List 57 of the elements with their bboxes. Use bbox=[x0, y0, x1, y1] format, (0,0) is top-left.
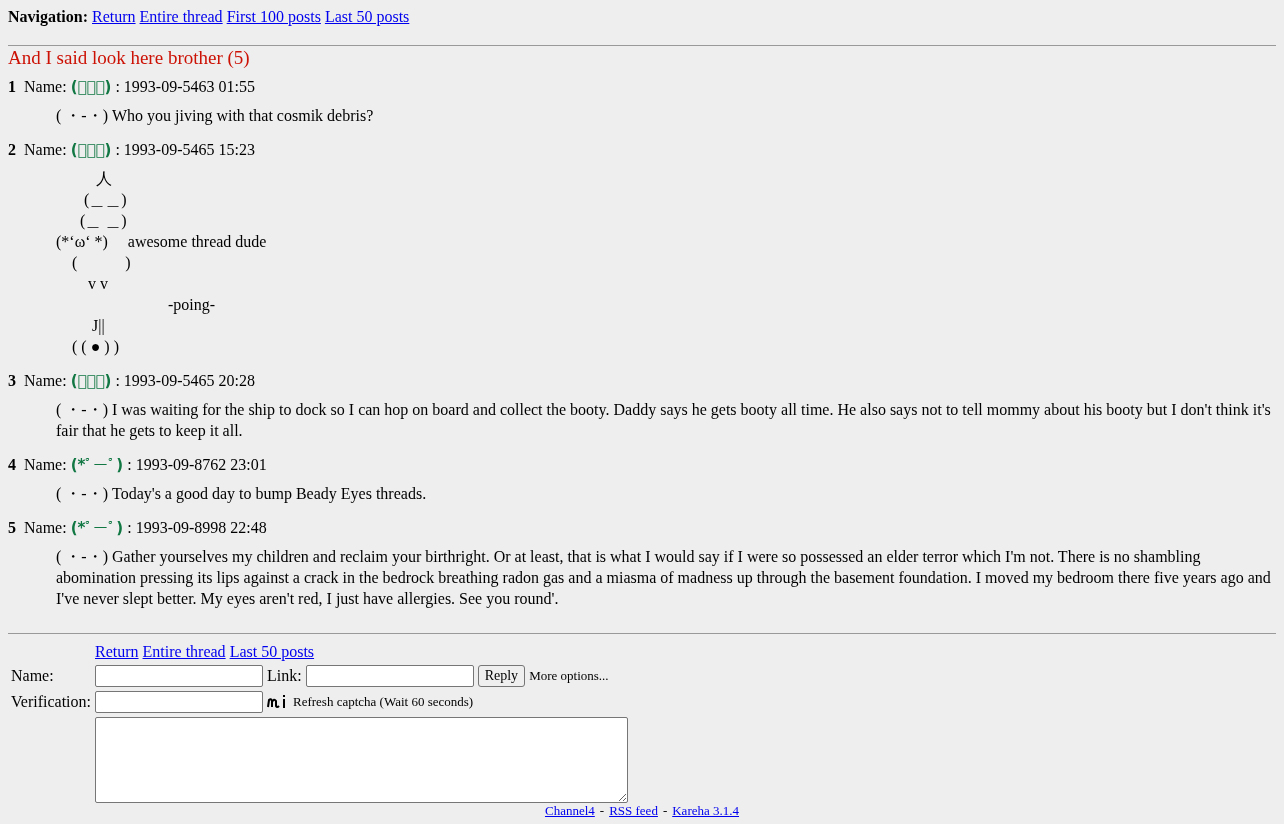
post-text: ( ・-・) Today's a good day to bump Beady Eyes threads. bbox=[56, 484, 428, 504]
post-text: ( ・-・) Who you jiving with that cosmik debris? bbox=[56, 106, 375, 126]
name-label: Name: bbox=[24, 78, 67, 95]
post-date: : 1993-09-5465 20:28 bbox=[115, 372, 255, 389]
ascii-art-line: (＿＿) bbox=[83, 190, 128, 210]
post-date: : 1993-09-5463 01:55 bbox=[115, 78, 255, 95]
ascii-art-line: (*‘ω‘ *) awesome thread dude bbox=[56, 232, 268, 252]
poster-name: (*ﾟーﾟ) bbox=[70, 519, 124, 537]
navigation-link[interactable]: Return bbox=[92, 8, 136, 25]
name-field[interactable] bbox=[95, 665, 263, 687]
name-label: Name: bbox=[24, 141, 67, 158]
refresh-captcha-text: Refresh captcha (Wait 60 seconds) bbox=[293, 694, 474, 710]
post-number: 1 bbox=[8, 78, 16, 95]
post-number: 2 bbox=[8, 141, 16, 158]
poster-name: (*ﾟーﾟ) bbox=[70, 456, 124, 474]
reply-button[interactable]: Reply bbox=[477, 665, 526, 687]
poster-name: (ﾟヮﾟ) bbox=[70, 141, 112, 159]
post-text: ( ・-・) I was waiting for the ship to dock so I can hop on board and collect the booty. Daddy says he gets booty all time. He also says not to tell mommy about his booty but I don't think it's fair that he gets to keep it all. bbox=[56, 400, 1272, 441]
ascii-art-line: v v bbox=[87, 274, 109, 294]
ascii-art-line: (＿ ＿) bbox=[79, 211, 128, 231]
verification-field[interactable] bbox=[95, 691, 263, 713]
poster-name: (ﾟヮﾟ) bbox=[70, 372, 112, 390]
post-text: ( ・-・) Gather yourselves my children and reclaim your birthright. Or at least, that is what I would say if I were so possessed an elder terror which I'm not. There is no shambling abomination pressing its lips against a crack in the bedrock breathing radon gas and a miasma of madness up through the basement foundation. I moved my bedroom there five years ago and I've never slept better. My eyes aren't red, I just have allergies. See you round'. bbox=[56, 547, 1272, 609]
thread-link[interactable]: Entire thread bbox=[142, 643, 226, 660]
post-number: 4 bbox=[8, 456, 16, 473]
ascii-art-line: ( ( ● ) ) bbox=[71, 337, 120, 357]
post-date: : 1993-09-5465 15:23 bbox=[115, 141, 255, 158]
name-label: Name: bbox=[11, 667, 55, 685]
link-field[interactable] bbox=[305, 665, 474, 687]
footer-link[interactable]: Kareha 3.1.4 bbox=[672, 803, 739, 818]
name-label: Name: bbox=[24, 456, 67, 473]
post-date: : 1993-09-8762 23:01 bbox=[127, 456, 267, 473]
post-number: 3 bbox=[8, 372, 16, 389]
navigation-link[interactable]: Entire thread bbox=[139, 8, 223, 25]
footer-link[interactable]: Channel4 bbox=[544, 803, 595, 818]
ascii-art-line: ( ) bbox=[71, 253, 132, 273]
message-field[interactable] bbox=[95, 717, 628, 803]
ascii-art-line: -poing- bbox=[167, 295, 217, 315]
more-options-link[interactable]: More options... bbox=[529, 668, 609, 684]
footer-separator: - bbox=[599, 803, 605, 818]
verification-label: Verification: bbox=[11, 693, 91, 711]
post-number: 5 bbox=[8, 519, 16, 536]
footer-separator: - bbox=[662, 803, 668, 818]
footer-link[interactable]: RSS feed bbox=[609, 803, 658, 818]
poster-name: (ﾟヮﾟ) bbox=[70, 78, 112, 96]
thread-link[interactable]: Last 50 posts bbox=[229, 643, 315, 660]
name-label: Name: bbox=[24, 372, 67, 389]
thread-title: And I said look here brother (5) bbox=[8, 47, 251, 69]
navigation-link[interactable]: Last 50 posts bbox=[324, 8, 410, 25]
ascii-art-line: J|| bbox=[91, 316, 106, 336]
link-label: Link: bbox=[267, 667, 302, 685]
thread-link[interactable]: Return bbox=[95, 643, 139, 660]
name-label: Name: bbox=[24, 519, 67, 536]
navigation-link[interactable]: First 100 posts bbox=[226, 8, 321, 25]
ascii-art-line: 人 bbox=[95, 169, 113, 189]
navigation-label: Navigation: bbox=[8, 8, 88, 25]
post-date: : 1993-09-8998 22:48 bbox=[127, 519, 267, 536]
